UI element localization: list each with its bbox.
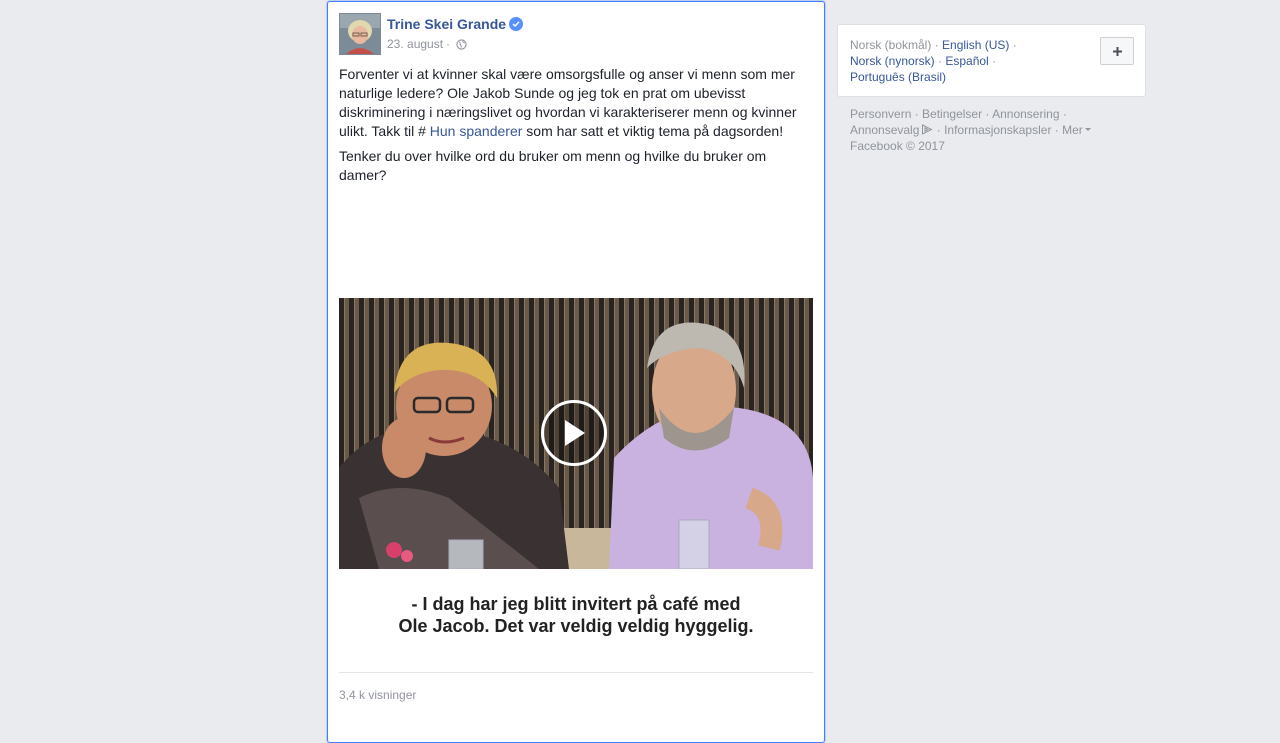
hashtag-link[interactable]: Hun spanderer — [430, 123, 523, 139]
globe-icon[interactable] — [456, 38, 467, 50]
caret-down-icon[interactable] — [1084, 128, 1091, 131]
author-avatar[interactable] — [339, 13, 381, 55]
footer-link-mer[interactable]: Mer — [1062, 123, 1083, 137]
view-count: 3,4 k visninger — [339, 688, 417, 702]
post-card: Trine Skei Grande 23. august · Forventer… — [327, 1, 825, 743]
copyright: Facebook © 2017 — [850, 139, 945, 153]
meta-separator: · — [446, 37, 451, 51]
language-link-portugues[interactable]: Português (Brasil) — [850, 70, 946, 84]
language-link-espanol[interactable]: Español — [945, 54, 988, 68]
post-meta: 23. august · — [387, 37, 467, 51]
footer-link-informasjonskapsler[interactable]: Informasjonskapsler — [944, 123, 1051, 137]
language-selector-box: Norsk (bokmål) · English (US) · Norsk (n… — [837, 24, 1146, 97]
author-name-link[interactable]: Trine Skei Grande — [387, 16, 506, 32]
plus-icon — [1112, 46, 1122, 56]
post-paragraph-1: Forventer vi at kvinner skal være omsorg… — [339, 65, 811, 141]
current-language: Norsk (bokmål) — [850, 38, 932, 52]
paragraph-1-tail: som har satt et viktig tema på dagsorden… — [522, 123, 784, 139]
post-message: Forventer vi at kvinner skal være omsorg… — [339, 65, 811, 191]
footer-link-annonsering[interactable]: Annonsering — [992, 107, 1059, 121]
post-paragraph-2: Tenker du over hvilke ord du bruker om m… — [339, 148, 767, 183]
video-player[interactable]: - I dag har jeg blitt invitert på café m… — [339, 196, 813, 673]
verified-badge-icon — [509, 17, 523, 31]
footer-link-betingelser[interactable]: Betingelser — [922, 107, 982, 121]
language-link-nynorsk[interactable]: Norsk (nynorsk) — [850, 54, 935, 68]
play-button[interactable] — [541, 400, 607, 466]
play-icon — [565, 420, 585, 446]
post-header: Trine Skei Grande 23. august · — [339, 13, 809, 55]
subtitle-line-1: - I dag har jeg blitt invitert på café m… — [411, 594, 741, 614]
video-subtitle: - I dag har jeg blitt invitert på café m… — [339, 593, 813, 637]
language-link-english[interactable]: English (US) — [942, 38, 1009, 52]
add-language-button[interactable] — [1100, 37, 1134, 65]
adchoices-icon[interactable] — [921, 123, 934, 135]
footer-link-annonsevalg[interactable]: Annonsevalg — [850, 123, 919, 137]
subtitle-line-2: Ole Jacob. Det var veldig veldig hyggeli… — [398, 616, 754, 636]
footer-link-personvern[interactable]: Personvern — [850, 107, 911, 121]
post-date-link[interactable]: 23. august — [387, 37, 443, 51]
footer-links: Personvern · Betingelser · Annonsering ·… — [850, 106, 1140, 154]
language-list: Norsk (bokmål) · English (US) · Norsk (n… — [850, 38, 1017, 84]
